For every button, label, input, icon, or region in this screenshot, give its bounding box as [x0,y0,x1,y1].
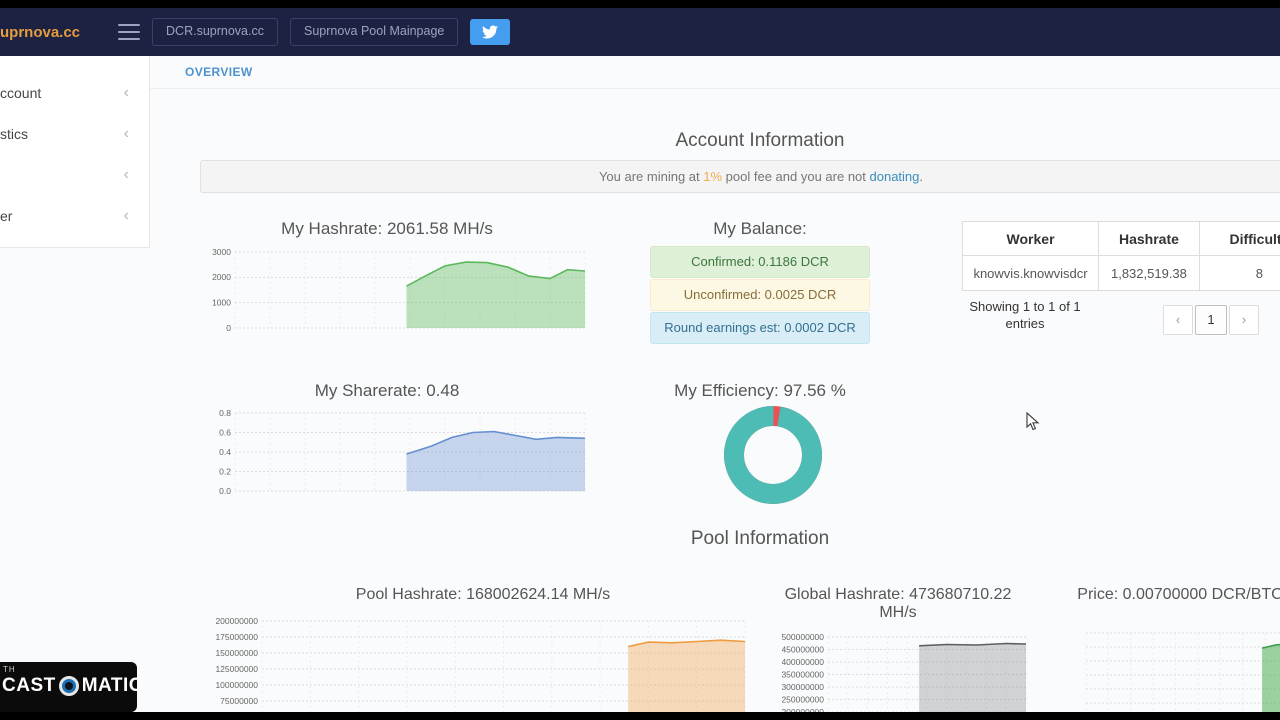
svg-text:400000000: 400000000 [782,657,824,667]
worker-name-cell: knowvis.knowvisdcr [961,255,1100,291]
global-hashrate-chart: 500000000 450000000 400000000 350000000 3000… [782,628,1028,712]
my-sharerate-title: My Sharerate: 0.48 [314,381,460,400]
my-hashrate-title: My Hashrate: 2061.58 MH/s [281,219,493,238]
chevron-left-icon: ‹ [123,165,129,183]
svg-text:450000000: 450000000 [782,644,824,654]
worker-hashrate-cell: 1,832,519.38 [1098,255,1200,291]
pool-hashrate-chart: 200000000 175000000 150000000 125000000 1000… [215,612,747,712]
screen: uprnova.cc DCR.suprnova.cc Suprnova Pool… [0,0,1280,720]
pool-hashrate-title: Pool Hashrate: 168002624.14 MH/s [355,586,611,603]
svg-text:200000000: 200000000 [215,616,258,626]
pagination-page-1-button[interactable]: 1 [1195,305,1227,335]
svg-text:1000: 1000 [212,297,231,307]
worker-difficulty-cell: 8 [1198,255,1280,291]
svg-text:350000000: 350000000 [782,669,824,679]
sidebar-item-statistics[interactable]: stics ‹ [0,113,149,154]
table-pagination: ‹ 1 › [1163,305,1259,335]
svg-text:100000000: 100000000 [215,680,258,690]
col-header-hashrate[interactable]: Hashrate [1098,221,1200,256]
nav-link-dcr-suprnova[interactable]: DCR.suprnova.cc [152,18,278,46]
price-chart [1052,624,1280,712]
global-hashrate-title: Global Hashrate: 473680710.22 MH/s [784,586,1012,621]
col-header-worker[interactable]: Worker [961,221,1100,256]
content-header-divider [150,88,1280,89]
svg-text:125000000: 125000000 [215,664,258,674]
svg-text:250000000: 250000000 [782,694,824,704]
balance-unconfirmed: Unconfirmed: 0.0025 DCR [650,279,870,311]
balance-round-earnings: Round earnings est: 0.0002 DCR [650,312,870,344]
my-balance-title: My Balance: [713,219,807,238]
hamburger-icon [118,24,141,26]
worker-table: Worker Hashrate Difficulty knowvis.knowv… [961,221,1280,291]
my-sharerate-chart: 0.8 0.6 0.4 0.2 0.0 [205,403,587,501]
svg-text:0.6: 0.6 [219,427,231,437]
mouse-cursor [1026,411,1040,437]
chevron-left-icon: ‹ [123,83,129,101]
price-title: Price: 0.00700000 DCR/BTC [1077,586,1280,603]
watermark-cast-text: CAST [2,675,56,696]
brand-logo[interactable]: uprnova.cc [0,24,80,41]
sidebar-item-3[interactable]: ‹ [0,154,149,195]
worker-table-row: knowvis.knowvisdcr 1,832,519.38 8 [961,255,1280,291]
page-body: ccount ‹ stics ‹ ‹ er ‹ OVERVIEW Account… [0,56,1280,712]
svg-text:75000000: 75000000 [220,696,258,706]
svg-text:3000: 3000 [212,247,231,257]
breadcrumb-overview: OVERVIEW [185,65,253,79]
watermark-with-text: TH [3,665,16,674]
svg-text:0.8: 0.8 [219,408,231,418]
svg-text:500000000: 500000000 [782,632,824,642]
nav-link-pool-mainpage[interactable]: Suprnova Pool Mainpage [289,18,459,46]
menu-toggle-button[interactable] [118,24,141,40]
my-hashrate-chart: 3000 2000 1000 0 [205,242,587,340]
twitter-button[interactable] [470,19,511,45]
top-navbar: uprnova.cc DCR.suprnova.cc Suprnova Pool… [0,8,1280,56]
pool-information-title: Pool Information [690,528,830,549]
svg-text:150000000: 150000000 [215,648,258,658]
twitter-bird-icon [482,25,499,39]
worker-table-header-row: Worker Hashrate Difficulty [961,221,1280,256]
fee-percent: 1% [703,169,723,184]
screencast-o-matic-logo-icon [58,676,79,696]
sidebar: ccount ‹ stics ‹ ‹ er ‹ [0,56,150,248]
screencast-watermark: TH CAST MATIC [0,662,142,712]
table-info-text: Showing 1 to 1 of 1 entries [969,299,1081,331]
browser-viewport: uprnova.cc DCR.suprnova.cc Suprnova Pool… [0,8,1280,712]
svg-text:300000000: 300000000 [782,682,824,692]
fee-notice-banner: You are mining at 1% pool fee and you ar… [200,160,1280,193]
watermark-matic-text: MATIC [81,675,143,696]
account-information-title: Account Information [675,130,845,151]
col-header-difficulty[interactable]: Difficulty [1198,221,1280,256]
my-efficiency-title: My Efficiency: 97.56 % [674,381,846,400]
efficiency-donut-chart [723,405,823,505]
svg-text:0.4: 0.4 [219,447,231,457]
sidebar-item-account[interactable]: ccount ‹ [0,72,149,113]
donating-link[interactable]: donating [870,169,920,184]
sidebar-item-4[interactable]: er ‹ [0,195,149,236]
svg-text:0: 0 [226,323,231,333]
chevron-left-icon: ‹ [123,206,129,224]
svg-text:0.2: 0.2 [219,466,231,476]
svg-text:200000000: 200000000 [782,707,824,712]
balance-confirmed: Confirmed: 0.1186 DCR [650,246,870,278]
pagination-prev-button[interactable]: ‹ [1163,305,1193,335]
svg-text:2000: 2000 [212,272,231,282]
svg-text:175000000: 175000000 [215,632,258,642]
chevron-left-icon: ‹ [123,124,129,142]
pagination-next-button[interactable]: › [1229,305,1259,335]
balance-panel: Confirmed: 0.1186 DCR Unconfirmed: 0.002… [650,246,870,345]
svg-text:0.0: 0.0 [219,486,231,496]
